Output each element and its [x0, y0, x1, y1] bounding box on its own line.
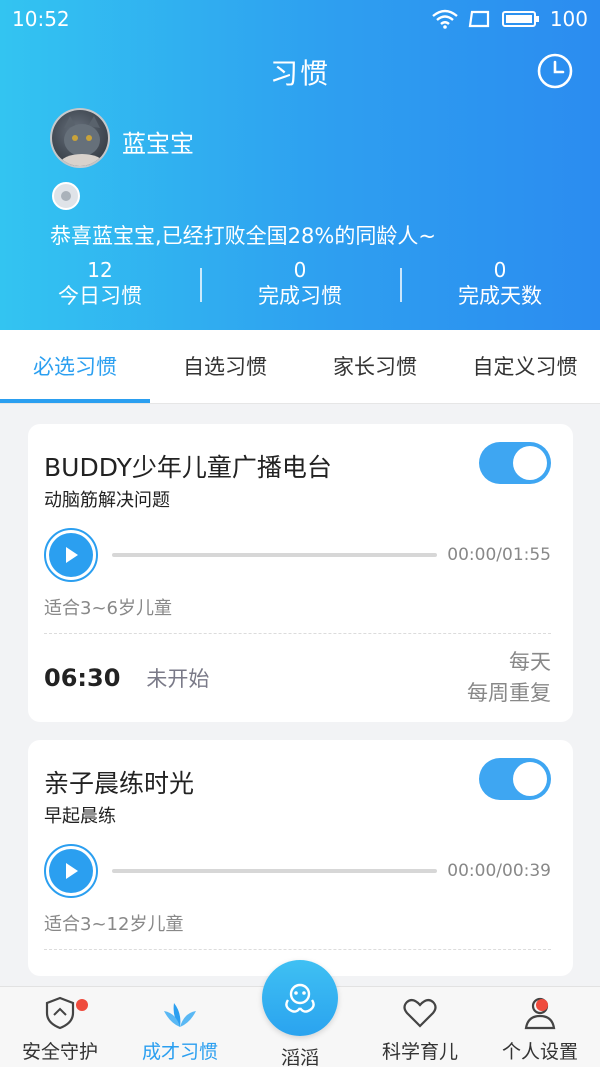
audio-time: 00:00/01:55 — [447, 545, 551, 565]
taotao-robot-button[interactable] — [262, 960, 338, 1036]
stat-completed-days: 0 完成天数 — [400, 258, 600, 314]
notification-dot — [536, 999, 548, 1011]
age-range: 适合3~12岁儿童 — [44, 910, 551, 950]
stats-row: 12 今日习惯 0 完成习惯 0 完成天数 — [0, 258, 600, 314]
leaf-icon — [164, 1003, 196, 1027]
tab-parent-habits[interactable]: 家长习惯 — [300, 330, 450, 403]
stat-today-habits: 12 今日习惯 — [0, 258, 200, 314]
play-button[interactable] — [44, 844, 98, 898]
stat-label: 完成天数 — [458, 284, 542, 308]
audio-player: 00:00/00:39 — [44, 832, 551, 910]
tab-custom-habits[interactable]: 自定义习惯 — [450, 330, 600, 403]
stat-label: 今日习惯 — [58, 284, 142, 308]
habit-title: 亲子晨练时光 — [44, 769, 195, 798]
level-badge-icon[interactable] — [52, 182, 80, 210]
schedule-time: 06:30 — [44, 664, 121, 692]
habit-card[interactable]: 亲子晨练时光 早起晨练 00:00/00:39 适合3~12岁儿童 — [28, 740, 573, 976]
cat-avatar-image — [60, 116, 104, 166]
play-button[interactable] — [44, 528, 98, 582]
audio-progress-bar[interactable] — [112, 869, 438, 873]
habit-list: BUDDY少年儿童广播电台 动脑筋解决问题 00:00/01:55 适合3~6岁… — [28, 424, 573, 994]
schedule-status: 未开始 — [146, 667, 210, 691]
audio-progress-bar[interactable] — [112, 553, 438, 557]
habit-subtitle: 早起晨练 — [44, 806, 116, 827]
battery-icon — [501, 11, 539, 27]
play-icon — [66, 547, 78, 563]
username: 蓝宝宝 — [122, 130, 194, 158]
habit-enable-toggle[interactable] — [479, 442, 551, 484]
battery-level: 100 — [549, 7, 588, 31]
nav-label: 成才习惯 — [141, 1041, 218, 1063]
repeat-mode: 每周重复 — [467, 681, 551, 705]
schedule-repeat: 每天 每周重复 — [467, 647, 551, 709]
stat-value: 12 — [87, 258, 113, 282]
audio-player: 00:00/01:55 — [44, 516, 551, 594]
nav-habits[interactable]: 成才习惯 — [120, 987, 240, 1067]
stat-label: 完成习惯 — [258, 284, 342, 308]
stat-completed-habits: 0 完成习惯 — [200, 258, 400, 314]
nav-parenting[interactable]: 科学育儿 — [360, 987, 480, 1067]
habit-card[interactable]: BUDDY少年儿童广播电台 动脑筋解决问题 00:00/01:55 适合3~6岁… — [28, 424, 573, 722]
tab-required-habits[interactable]: 必选习惯 — [0, 330, 150, 403]
status-icons: 100 — [432, 7, 588, 31]
age-range: 适合3~6岁儿童 — [44, 594, 551, 634]
tab-optional-habits[interactable]: 自选习惯 — [150, 330, 300, 403]
audio-time: 00:00/00:39 — [447, 861, 551, 881]
nav-label: 个人设置 — [501, 1041, 578, 1063]
history-clock-icon[interactable] — [536, 52, 574, 90]
wifi-icon — [432, 9, 458, 29]
status-time: 10:52 — [12, 7, 70, 31]
habit-enable-toggle[interactable] — [479, 758, 551, 800]
heart-icon — [403, 998, 437, 1028]
status-bar: 10:52 100 — [0, 0, 600, 38]
robot-icon — [285, 983, 315, 1013]
notification-dot — [76, 999, 88, 1011]
header: 10:52 100 习惯 蓝宝宝 恭喜蓝宝宝,已经打败全国28%的同龄人~ 12… — [0, 0, 600, 330]
nav-label: 安全守护 — [21, 1041, 98, 1063]
nav-safety[interactable]: 安全守护 — [0, 987, 120, 1067]
habit-schedule: 06:30 未开始 每天 每周重复 — [44, 634, 551, 722]
page-title: 习惯 — [269, 57, 330, 90]
stat-value: 0 — [293, 258, 307, 282]
nav-label: 科学育儿 — [381, 1041, 458, 1063]
nav-label: 滔滔 — [280, 1047, 319, 1067]
habit-tabs: 必选习惯 自选习惯 家长习惯 自定义习惯 — [0, 330, 600, 404]
habit-subtitle: 动脑筋解决问题 — [44, 490, 170, 511]
stat-value: 0 — [493, 258, 507, 282]
play-icon — [66, 863, 78, 879]
nav-settings[interactable]: 个人设置 — [480, 987, 600, 1067]
signal-icon — [468, 10, 489, 28]
habit-title: BUDDY少年儿童广播电台 — [44, 453, 332, 482]
shield-icon — [45, 996, 75, 1030]
repeat-frequency: 每天 — [509, 650, 551, 674]
avatar[interactable] — [50, 108, 110, 168]
congrats-message: 恭喜蓝宝宝,已经打败全国28%的同龄人~ — [50, 224, 436, 248]
